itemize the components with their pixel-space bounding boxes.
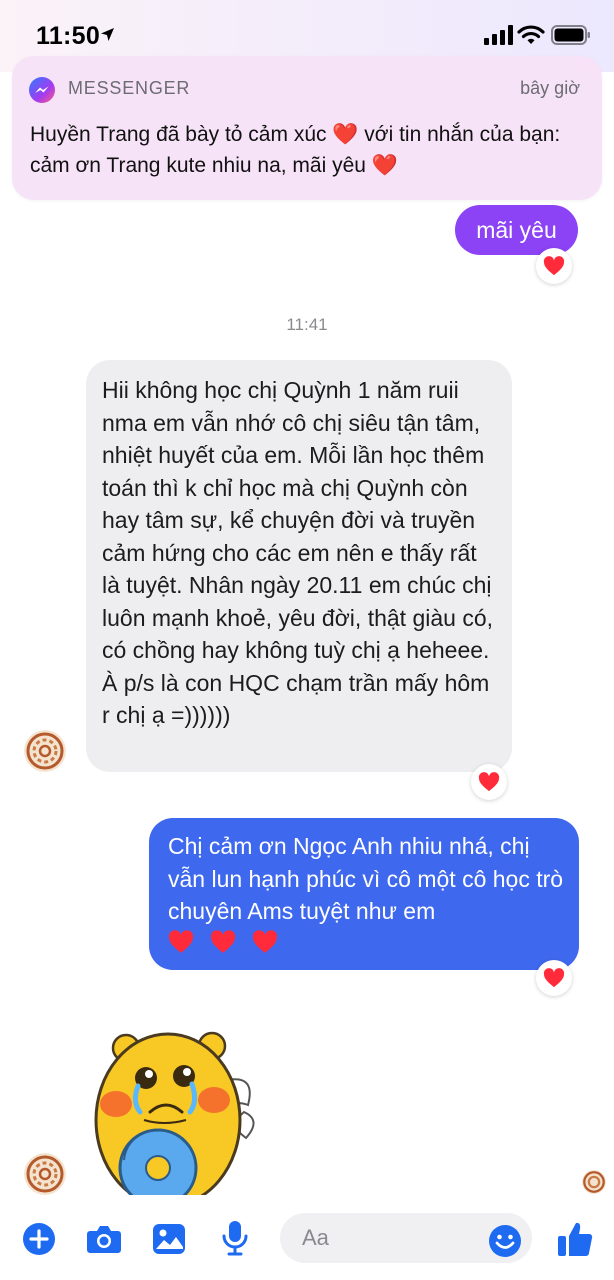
reaction-badge[interactable] <box>536 248 572 284</box>
notification-body: Huyền Trang đã bày tỏ cảm xúc ❤️ với tin… <box>30 123 561 177</box>
plus-icon[interactable] <box>22 1222 56 1256</box>
heart-icon <box>543 968 565 988</box>
battery-icon <box>551 25 590 45</box>
heart-icon <box>168 930 194 953</box>
image-icon[interactable] <box>152 1223 186 1255</box>
seen-receipt-avatar <box>582 1170 606 1194</box>
signal-icon <box>484 25 513 45</box>
smile-icon[interactable] <box>488 1224 522 1258</box>
message-text: Hii không học chị Quỳnh 1 năm ruii nma e… <box>102 377 493 728</box>
wifi-icon <box>517 25 545 44</box>
notification-time: bây giờ <box>520 78 580 98</box>
contact-avatar[interactable] <box>24 1153 66 1195</box>
reaction-badge[interactable] <box>471 764 507 800</box>
camera-icon[interactable] <box>86 1224 122 1254</box>
messenger-logo-icon <box>29 77 55 103</box>
chat-timestamp: 11:41 <box>286 315 328 334</box>
message-text: Chị cảm ơn Ngọc Anh nhiu nhá, chị vẫn lu… <box>168 833 564 924</box>
crying-bear-sticker[interactable] <box>86 1020 266 1195</box>
message-bubble-outgoing[interactable]: mãi yêu <box>455 205 578 255</box>
location-arrow-icon <box>101 28 114 41</box>
heart-emoji-row <box>168 927 278 957</box>
contact-avatar[interactable] <box>24 730 66 772</box>
heart-icon <box>252 930 278 953</box>
heart-icon <box>543 256 565 276</box>
heart-icon <box>478 772 500 792</box>
microphone-icon[interactable] <box>222 1220 248 1256</box>
reaction-badge[interactable] <box>536 960 572 996</box>
notification-app-name: MESSENGER <box>68 78 191 98</box>
heart-icon <box>210 930 236 953</box>
message-bubble-outgoing[interactable]: Chị cảm ơn Ngọc Anh nhiu nhá, chị vẫn lu… <box>149 818 579 970</box>
status-time: 11:50 <box>36 22 101 50</box>
thumbs-up-icon[interactable] <box>557 1220 593 1258</box>
message-bubble-incoming[interactable]: Hii không học chị Quỳnh 1 năm ruii nma e… <box>86 360 512 772</box>
message-input-placeholder: Aa <box>302 1225 329 1250</box>
message-composer: Aa <box>0 1196 614 1280</box>
messenger-notification[interactable]: MESSENGER bây giờ Huyền Trang đã bày tỏ … <box>12 56 602 200</box>
